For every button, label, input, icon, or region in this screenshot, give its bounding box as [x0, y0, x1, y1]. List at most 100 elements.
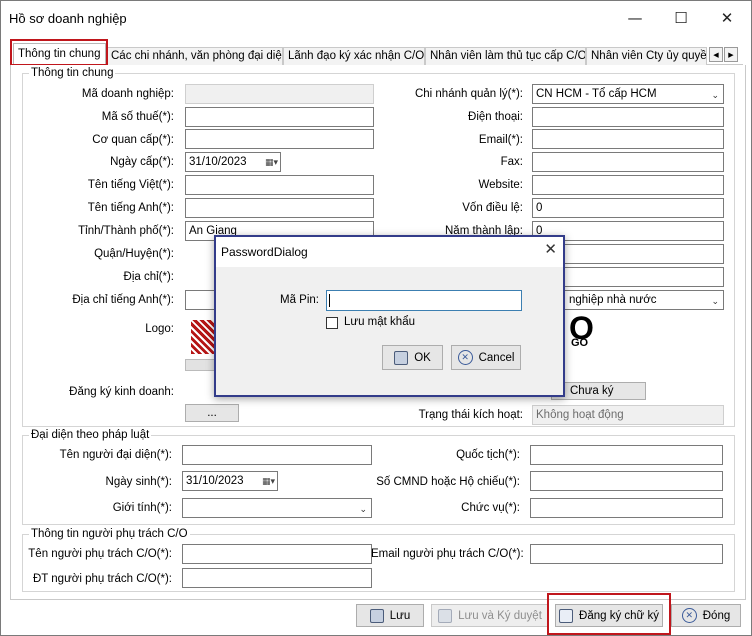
fax-field[interactable]	[532, 152, 724, 172]
ngay-cap-picker[interactable]: 31/10/2023 ▦▾	[185, 152, 281, 172]
co-quan-cap-label: Cơ quan cấp(*):	[92, 134, 174, 146]
chi-nhanh-value: CN HCM - Tổ cấp HCM	[536, 88, 657, 100]
remember-label: Lưu mật khẩu	[344, 316, 415, 328]
save-button[interactable]: Lưu	[356, 604, 424, 627]
ten-tieng-anh-label: Tên tiếng Anh(*):	[87, 202, 174, 214]
co-dt-label: ĐT người phụ trách C/O(*):	[32, 573, 172, 585]
ngay-cap-label: Ngày cấp(*):	[110, 156, 174, 168]
save-label: Lưu	[389, 609, 411, 622]
legal-group-title: Đại diện theo pháp luật	[29, 429, 152, 441]
legal-ngay-sinh-label: Ngày sinh(*):	[105, 476, 172, 488]
co-ten-field[interactable]	[182, 544, 372, 564]
cancel-icon: ✕	[457, 350, 473, 365]
quan-label: Quận/Huyện(*):	[94, 248, 174, 260]
close-form-button[interactable]: ✕ Đóng	[671, 604, 741, 627]
co-email-label: Email người phụ trách C/O(*):	[371, 548, 524, 560]
co-group-title: Thông tin người phụ trách C/O	[29, 528, 190, 540]
register-highlight	[547, 593, 671, 635]
calendar-icon[interactable]: ▦▾	[262, 473, 275, 490]
ma-dn-label: Mã doanh nghiệp:	[81, 88, 174, 100]
website-field[interactable]	[532, 175, 724, 195]
ten-tieng-anh-field[interactable]	[185, 198, 374, 218]
general-group-title: Thông tin chung	[29, 67, 116, 79]
co-quan-cap-field[interactable]	[185, 129, 374, 149]
dialog-ok-button[interactable]: OK	[382, 345, 443, 370]
save-and-sign-label: Lưu và Ký duyệt	[458, 609, 542, 622]
close-button[interactable]: ✕	[704, 5, 750, 31]
fax-label: Fax:	[500, 156, 523, 168]
chevron-down-icon[interactable]: ⌄	[711, 293, 719, 309]
legal-ngay-sinh-picker[interactable]: 31/10/2023 ▦▾	[182, 471, 278, 491]
dia-chi-label: Địa chỉ(*):	[123, 271, 174, 283]
website-label: Website:	[478, 179, 523, 191]
ten-tieng-viet-field[interactable]	[185, 175, 374, 195]
co-dt-field[interactable]	[182, 568, 372, 588]
dia-chi-ta-field[interactable]	[185, 290, 215, 310]
ngay-cap-value: 31/10/2023	[189, 156, 247, 168]
loai-hinh-value: nghiệp nhà nước	[569, 294, 657, 306]
pin-input[interactable]	[326, 290, 522, 311]
ten-tieng-viet-label: Tên tiếng Việt(*):	[87, 179, 174, 191]
dien-thoai-field[interactable]	[532, 107, 724, 127]
dialog-ok-label: OK	[414, 351, 431, 364]
password-dialog: PasswordDialog ✕ Mã Pin: Lưu mật khẩu OK…	[214, 235, 565, 397]
legal-chuc-vu-field[interactable]	[530, 498, 723, 518]
email-label: Email(*):	[478, 134, 523, 146]
chi-nhanh-select[interactable]: CN HCM - Tổ cấp HCM ⌄	[532, 84, 724, 104]
chevron-down-icon[interactable]: ⌄	[711, 87, 719, 103]
legal-ten-label: Tên người đại diện(*):	[59, 449, 172, 461]
tab-scroll-right-icon[interactable]: ▶	[724, 47, 738, 62]
calendar-icon[interactable]: ▦▾	[265, 154, 278, 171]
legal-gioi-tinh-label: Giới tính(*):	[112, 502, 172, 514]
maximize-button[interactable]: ☐	[658, 5, 704, 31]
remember-checkbox[interactable]	[326, 317, 338, 329]
tinh-label: Tỉnh/Thành phố(*):	[78, 225, 174, 237]
close-circle-icon: ✕	[681, 608, 697, 623]
legal-chuc-vu-label: Chức vụ(*):	[461, 502, 520, 514]
tab-nhan-vien-uy-quyen[interactable]: Nhân viên Cty ủy quyền	[586, 47, 707, 65]
dkkd-browse-button[interactable]: ...	[185, 404, 239, 422]
dialog-cancel-label: Cancel	[478, 351, 515, 364]
legal-cmnd-field[interactable]	[530, 471, 723, 491]
chi-nhanh-label: Chi nhánh quản lý(*):	[414, 88, 523, 100]
save-icon	[394, 350, 409, 365]
ma-dn-field	[185, 84, 374, 104]
ma-so-thue-field[interactable]	[185, 107, 374, 127]
dialog-close-icon[interactable]: ✕	[544, 240, 557, 258]
tab-scroll-left-icon[interactable]: ◀	[709, 47, 723, 62]
logo-text-2: GO	[571, 337, 589, 349]
chu-ky-status-button[interactable]: Chưa ký	[551, 382, 646, 400]
email-field[interactable]	[532, 129, 724, 149]
dialog-cancel-button[interactable]: ✕ Cancel	[451, 345, 521, 370]
minimize-button[interactable]: —	[612, 5, 658, 31]
ma-so-thue-label: Mã số thuế(*):	[101, 111, 174, 123]
von-field[interactable]: 0	[532, 198, 724, 218]
tab-nhan-vien-thu-tuc[interactable]: Nhân viên làm thủ tục cấp C/O	[425, 47, 586, 65]
legal-quoc-tich-field[interactable]	[530, 445, 723, 465]
trang-thai-label: Trạng thái kích hoạt:	[418, 409, 523, 421]
logo-image	[191, 320, 215, 354]
trang-thai-field: Không hoạt động	[532, 405, 724, 425]
tab-lanh-dao[interactable]: Lãnh đạo ký xác nhận C/O	[283, 47, 425, 65]
text-cursor	[329, 294, 330, 307]
dkkd-label: Đăng ký kinh doanh:	[69, 386, 174, 398]
tab-chi-nhanh[interactable]: Các chi nhánh, văn phòng đại diện	[106, 47, 283, 65]
pin-label: Mã Pin:	[280, 294, 319, 306]
logo-label: Logo:	[145, 323, 174, 335]
save-icon	[369, 608, 384, 623]
von-label: Vốn điều lệ:	[462, 202, 523, 214]
tab-highlight	[10, 39, 108, 66]
save-icon	[438, 608, 453, 623]
co-email-field[interactable]	[530, 544, 723, 564]
chevron-down-icon[interactable]: ⌄	[359, 501, 367, 517]
co-ten-label: Tên người phụ trách C/O(*):	[28, 548, 172, 560]
dia-chi-ta-label: Địa chỉ tiếng Anh(*):	[72, 294, 174, 306]
dialog-title: PasswordDialog	[216, 237, 563, 267]
legal-quoc-tich-label: Quốc tịch(*):	[456, 449, 520, 461]
close-form-label: Đóng	[702, 609, 731, 622]
legal-gioi-tinh-select[interactable]: ⌄	[182, 498, 372, 518]
legal-ten-field[interactable]	[182, 445, 372, 465]
save-and-sign-button[interactable]: Lưu và Ký duyệt	[431, 604, 549, 627]
dien-thoai-label: Điện thoại:	[468, 111, 523, 123]
logo-browse-button[interactable]	[185, 359, 215, 371]
